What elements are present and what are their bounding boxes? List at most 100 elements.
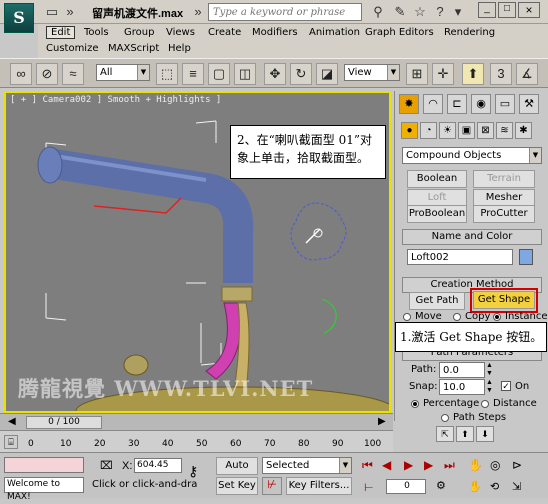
systems-icon[interactable]: ✱ (515, 122, 532, 139)
menu-customize[interactable]: Customize (46, 43, 99, 54)
menu-rendering[interactable]: Rendering (444, 27, 495, 38)
object-name-field[interactable] (407, 249, 513, 265)
name-and-color-rollout[interactable]: Name and Color (402, 229, 542, 245)
key-mode-toggle-icon[interactable]: ⊢ (364, 481, 374, 494)
snaps-toggle-icon[interactable]: 3 (490, 63, 512, 85)
boolean-button[interactable]: Boolean (407, 170, 467, 188)
motion-tab-icon[interactable]: ◉ (471, 94, 491, 114)
dropdown-icon[interactable]: ▾ (450, 4, 466, 20)
menu-animation[interactable]: Animation (309, 27, 360, 38)
next-frame-icon[interactable]: ▶ (424, 458, 433, 472)
search-input[interactable] (208, 3, 362, 21)
select-link-icon[interactable]: ∞ (10, 63, 32, 85)
maxscript-listener-field[interactable] (4, 457, 84, 473)
close-icon[interactable]: × (518, 2, 540, 18)
modify-tab-icon[interactable]: ◠ (423, 94, 443, 114)
shapes-icon[interactable]: ◔ (420, 122, 437, 139)
key-filters-button[interactable]: Key Filters... (286, 477, 352, 495)
new-file-icon[interactable]: ▭ (44, 4, 60, 20)
orbit-subobject-icon[interactable]: ⟲ (490, 480, 499, 493)
percentage-radio[interactable] (411, 400, 419, 408)
get-shape-button[interactable]: Get Shape (473, 291, 535, 309)
go-to-end-icon[interactable]: ⏭ (444, 458, 455, 473)
time-slider-track[interactable]: ◀ 0 / 100 ▶ (0, 413, 393, 430)
menu-graph-editors[interactable]: Graph Editors (365, 27, 434, 38)
object-category-dropdown[interactable]: Compound Objects ▼ (402, 147, 542, 164)
keyboard-shortcut-override-icon[interactable]: ⬆ (462, 63, 484, 85)
proboolean-button[interactable]: ProBoolean (407, 205, 467, 223)
filter-key-icon[interactable]: ⊬ (262, 477, 282, 495)
slider-left-arrow-icon[interactable]: ◀ (8, 416, 16, 427)
time-slider-thumb[interactable]: 0 / 100 (26, 416, 102, 429)
menu-help[interactable]: Help (168, 43, 191, 54)
snap-on-checkbox[interactable]: ✓ (501, 381, 511, 391)
move-icon[interactable]: ✥ (264, 63, 286, 85)
create-tab-icon[interactable]: ✸ (399, 94, 419, 114)
menu-edit[interactable]: Edit (46, 26, 76, 39)
time-config-icon[interactable]: ⚙ (436, 479, 446, 492)
app-logo-icon[interactable]: S (4, 3, 34, 33)
menu-overflow-icon[interactable]: » (62, 4, 78, 20)
lock-selection-icon[interactable]: ⌧ (100, 459, 113, 472)
select-manipulate-icon[interactable]: ✛ (432, 63, 454, 85)
menu-create[interactable]: Create (208, 27, 241, 38)
geometry-icon[interactable]: ● (401, 122, 418, 139)
path-steps-radio[interactable] (441, 414, 449, 422)
auto-key-button[interactable]: Auto Key (216, 457, 258, 487)
move-down-icon[interactable]: ⬇ (476, 426, 494, 442)
cameras-icon[interactable]: ▣ (458, 122, 475, 139)
hierarchy-tab-icon[interactable]: ⊏ (447, 94, 467, 114)
angle-snap-icon[interactable]: ∡ (516, 63, 538, 85)
instance-radio[interactable] (493, 313, 501, 321)
maximize-icon[interactable]: □ (498, 2, 516, 18)
binoculars-icon[interactable]: ⚲ (370, 4, 386, 20)
space-warps-icon[interactable]: ≋ (496, 122, 513, 139)
copy-radio[interactable] (453, 313, 461, 321)
tools-icon[interactable]: ✎ (392, 4, 408, 20)
menu-maxscript[interactable]: MAXScript (108, 43, 159, 54)
select-by-name-icon[interactable]: ≡ (182, 63, 204, 85)
camera-viewport[interactable]: [ + ] Camera002 ] Smooth + Highlights ] … (4, 91, 391, 413)
current-frame-field[interactable]: 0 (386, 479, 426, 494)
prev-frame-icon[interactable]: ◀ (382, 458, 391, 472)
x-coord-field[interactable]: 604.45 (134, 458, 182, 473)
menu-tools[interactable]: Tools (84, 27, 109, 38)
reference-coordinate-dropdown[interactable]: View ▼ (344, 64, 400, 81)
menu-views[interactable]: Views (166, 27, 195, 38)
lights-icon[interactable]: ☀ (439, 122, 456, 139)
slider-right-arrow-icon[interactable]: ▶ (378, 416, 386, 427)
move-radio[interactable] (403, 313, 411, 321)
snap-value-field[interactable] (439, 379, 485, 395)
orbit-icon[interactable]: ◎ (490, 458, 500, 472)
rotate-icon[interactable]: ↻ (290, 63, 312, 85)
rectangular-selection-icon[interactable]: ▢ (208, 63, 230, 85)
utilities-tab-icon[interactable]: ⚒ (519, 94, 539, 114)
object-color-swatch[interactable] (519, 249, 533, 265)
bind-space-warp-icon[interactable]: ≈ (62, 63, 84, 85)
go-to-start-icon[interactable]: ⏮ (362, 458, 373, 473)
pick-icon[interactable]: ⇱ (436, 426, 454, 442)
curve-editor-icon[interactable]: ⌸ (4, 435, 18, 449)
distance-radio[interactable] (481, 400, 489, 408)
pivot-center-icon[interactable]: ⊞ (406, 63, 428, 85)
walk-through-icon[interactable]: ✋ (468, 480, 482, 493)
maximize-viewport-icon[interactable]: ⇲ (512, 480, 521, 493)
key-mode-dropdown[interactable]: Selected ▼ (262, 457, 352, 474)
play-icon[interactable]: ▶ (404, 458, 413, 472)
pan-icon[interactable]: ✋ (468, 458, 483, 472)
unlink-icon[interactable]: ⊘ (36, 63, 58, 85)
move-up-icon[interactable]: ⬆ (456, 426, 474, 442)
display-tab-icon[interactable]: ▭ (495, 94, 515, 114)
path-spinner-icon[interactable]: ▲ ▼ (486, 362, 493, 378)
overflow-icon[interactable]: » (190, 4, 206, 20)
select-object-icon[interactable]: ⬚ (156, 63, 178, 85)
helpers-icon[interactable]: ⊠ (477, 122, 494, 139)
set-key-button[interactable]: Set Key (216, 477, 258, 495)
procutter-button[interactable]: ProCutter (473, 205, 535, 223)
get-path-button[interactable]: Get Path (409, 292, 465, 310)
menu-group[interactable]: Group (124, 27, 154, 38)
selection-filter-dropdown[interactable]: All ▼ (96, 64, 150, 81)
menu-modifiers[interactable]: Modifiers (252, 27, 298, 38)
path-value-field[interactable] (439, 362, 485, 378)
scale-icon[interactable]: ◪ (316, 63, 338, 85)
